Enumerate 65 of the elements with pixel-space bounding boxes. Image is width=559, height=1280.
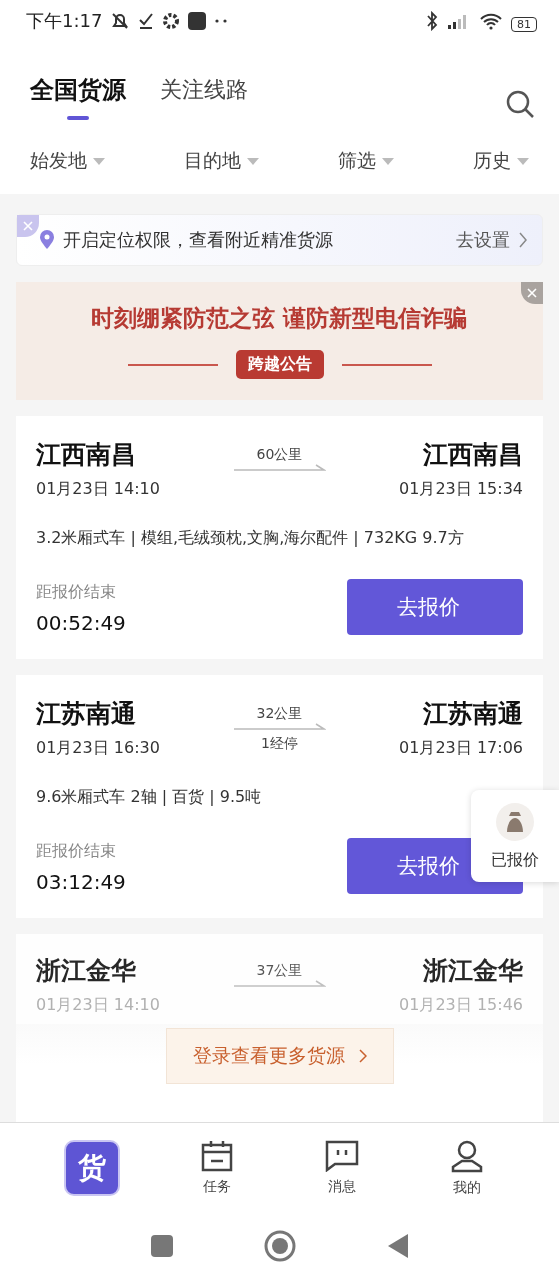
search-icon bbox=[505, 89, 535, 119]
bluetooth-icon bbox=[425, 11, 439, 31]
chevron-right-icon bbox=[518, 230, 528, 250]
announcement-banner[interactable]: 时刻绷紧防范之弦 谨防新型电信诈骗 跨越公告 bbox=[16, 282, 543, 400]
caret-down-icon bbox=[247, 157, 259, 165]
status-time: 下午1:17 bbox=[26, 9, 103, 33]
tab[interactable]: 关注线路 bbox=[160, 75, 248, 133]
origin-city: 江西南昌 bbox=[36, 439, 136, 471]
banner-tag: 跨越公告 bbox=[235, 350, 324, 379]
close-icon[interactable] bbox=[521, 282, 543, 304]
countdown-label: 距报价结束 bbox=[36, 582, 117, 603]
location-tip-banner[interactable]: 开启定位权限，查看附近精准货源 去设置 bbox=[16, 214, 543, 266]
quoted-floating-menu[interactable]: 已报价 bbox=[471, 790, 559, 882]
distance-text: 60公里 bbox=[256, 446, 303, 464]
cargo-details: 9.6米厢式车 2轴 | 百货 | 9.5吨 bbox=[36, 787, 263, 808]
stops-text: 1经停 bbox=[261, 735, 298, 753]
check-icon bbox=[138, 11, 155, 31]
chat-icon bbox=[324, 1139, 359, 1172]
cargo-card[interactable]: 浙江金华 37公里 浙江金华 01月23日 14:10 01月23日 15:46 bbox=[16, 934, 543, 1024]
arrival-time: 01月23日 15:46 bbox=[399, 995, 523, 1016]
wifi-icon bbox=[479, 11, 503, 31]
quote-button[interactable]: 去报价 bbox=[347, 579, 523, 635]
home-circle-icon bbox=[263, 1230, 296, 1262]
filter-dropdown[interactable]: 筛选 bbox=[338, 148, 394, 174]
departure-time: 01月23日 14:10 bbox=[36, 995, 160, 1016]
cargo-details: 3.2米厢式车 | 模组,毛绒颈枕,文胸,海尔配件 | 732KG 9.7方 bbox=[36, 528, 465, 549]
nav-tab[interactable]: 我的 bbox=[431, 1138, 502, 1197]
arrival-time: 01月23日 17:06 bbox=[399, 738, 523, 759]
countdown-label: 距报价结束 bbox=[36, 841, 117, 862]
user-icon bbox=[450, 1138, 483, 1173]
cargo-card[interactable]: 江西南昌 60公里 江西南昌 01月23日 14:10 01月23日 15:34 3.2米厢式车 | 模组,毛绒颈枕,文胸,海尔配件 | 732KG 9.7方 距报价结束 00:52:49 去报价 bbox=[16, 416, 543, 659]
chevron-right-icon bbox=[358, 1049, 367, 1063]
tab[interactable]: 全国货源 bbox=[30, 74, 126, 134]
bell-off-icon bbox=[110, 11, 131, 31]
origin-city: 浙江金华 bbox=[36, 955, 136, 987]
origin-city: 江苏南通 bbox=[36, 698, 136, 730]
close-icon[interactable] bbox=[17, 215, 39, 237]
filter-dropdown[interactable]: 目的地 bbox=[184, 148, 259, 174]
departure-time: 01月23日 16:30 bbox=[36, 738, 160, 759]
distance-text: 37公里 bbox=[256, 962, 303, 980]
caret-down-icon bbox=[93, 157, 105, 165]
nav-tab[interactable]: 任务 bbox=[182, 1139, 253, 1196]
countdown-timer: 00:52:49 bbox=[36, 611, 126, 635]
app-icon bbox=[188, 11, 207, 31]
distance-text: 32公里 bbox=[256, 705, 303, 723]
location-tip-text: 开启定位权限，查看附近精准货源 bbox=[63, 228, 334, 252]
departure-time: 01月23日 14:10 bbox=[36, 479, 160, 500]
location-pin-icon bbox=[39, 230, 55, 250]
money-bag-icon bbox=[495, 801, 535, 842]
destination-city: 浙江金华 bbox=[423, 955, 523, 987]
filter-dropdown[interactable]: 历史 bbox=[473, 148, 529, 174]
go-settings-link[interactable]: 去设置 bbox=[456, 228, 510, 252]
filter-dropdown[interactable]: 始发地 bbox=[30, 148, 105, 174]
nav-tab[interactable]: 消息 bbox=[306, 1139, 377, 1196]
destination-city: 江西南昌 bbox=[423, 439, 523, 471]
square-icon bbox=[149, 1234, 174, 1258]
dots-icon bbox=[214, 19, 229, 23]
arrival-time: 01月23日 15:34 bbox=[399, 479, 523, 500]
login-more-button[interactable]: 登录查看更多货源 bbox=[165, 1028, 394, 1084]
banner-headline: 时刻绷紧防范之弦 谨防新型电信诈骗 bbox=[91, 303, 468, 333]
countdown-timer: 03:12:49 bbox=[36, 870, 126, 894]
calendar-icon bbox=[201, 1139, 234, 1172]
destination-city: 江苏南通 bbox=[423, 698, 523, 730]
caret-down-icon bbox=[382, 157, 394, 165]
caret-down-icon bbox=[517, 157, 529, 165]
